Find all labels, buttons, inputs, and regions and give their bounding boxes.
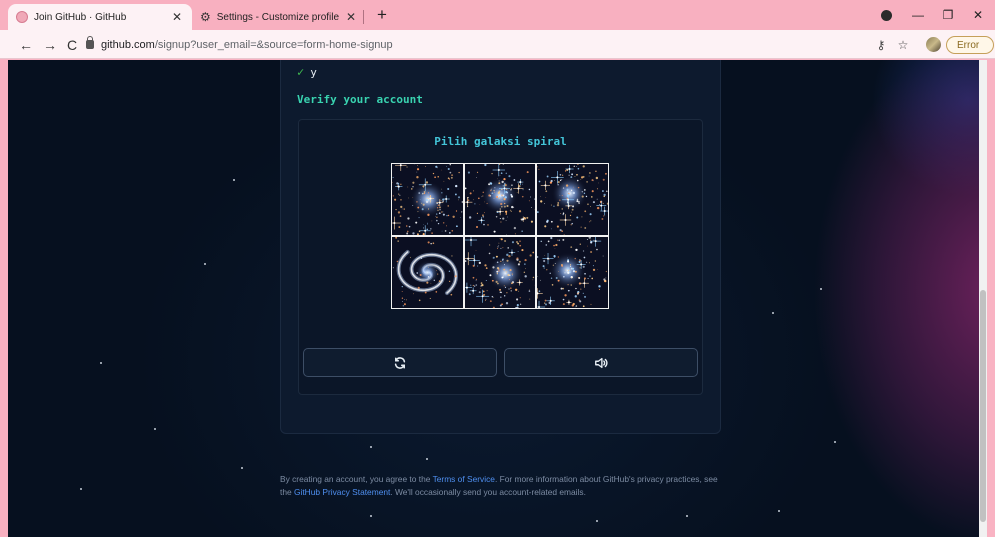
star-cluster-image — [537, 164, 608, 235]
background-star — [100, 362, 102, 364]
scrollbar-thumb[interactable] — [980, 290, 986, 522]
restore-icon: ❐ — [942, 8, 954, 22]
background-star — [820, 288, 822, 290]
background-star — [80, 488, 82, 490]
password-key-icon[interactable]: ⚷ — [872, 35, 890, 55]
captcha-tile-6[interactable] — [537, 237, 608, 308]
star-cluster-image — [464, 237, 536, 308]
gear-icon: ⚙ — [200, 10, 211, 24]
tab-join-github[interactable]: Join GitHub · GitHub ✕ — [8, 4, 192, 30]
reload-icon: C — [66, 37, 78, 53]
captcha-prompt: Pilih galaksi spiral — [434, 135, 567, 148]
minimize-button[interactable]: — — [904, 4, 932, 26]
tab-title: Settings - Customize profile — [216, 11, 340, 23]
background-star — [426, 458, 428, 460]
profile-menu-button[interactable] — [872, 4, 900, 26]
bookmark-star-icon[interactable]: ☆ — [894, 35, 912, 55]
background-star — [370, 515, 372, 517]
spiral-galaxy-image — [392, 237, 463, 308]
profile-icon — [880, 9, 892, 21]
close-window-button[interactable]: ✕ — [964, 4, 992, 26]
captcha-tile-3[interactable] — [537, 164, 608, 235]
close-icon[interactable]: ✕ — [170, 10, 184, 24]
back-button[interactable]: ← — [16, 35, 36, 55]
background-star — [204, 263, 206, 265]
background-star — [778, 510, 780, 512]
captcha-tile-2[interactable] — [464, 164, 536, 235]
url-path: /signup?user_email=&source=form-home-sig… — [154, 38, 393, 51]
url-host: github.com — [101, 38, 155, 51]
terms-of-service-link[interactable]: Terms of Service — [433, 474, 495, 484]
address-bar[interactable]: github.com /signup?user_email=&source=fo… — [86, 34, 906, 55]
close-window-icon: ✕ — [972, 8, 984, 22]
captcha-image-grid — [391, 163, 609, 309]
captcha-tile-1[interactable] — [392, 164, 463, 235]
browser-toolbar: ← → C github.com /signup?user_email=&sou… — [0, 30, 995, 59]
captcha-panel: Pilih galaksi spiral — [298, 119, 703, 395]
minimize-icon: — — [912, 8, 924, 22]
captcha-tile-5[interactable] — [464, 237, 536, 308]
captcha-tile-4[interactable] — [392, 237, 463, 308]
refresh-icon — [394, 356, 406, 369]
new-tab-button[interactable]: + — [372, 5, 392, 25]
forward-arrow-icon: → — [43, 37, 57, 53]
background-star — [154, 428, 156, 430]
audio-captcha-button[interactable] — [504, 348, 698, 377]
forward-button[interactable]: → — [40, 35, 60, 55]
terms-footer: By creating an account, you agree to the… — [280, 473, 730, 499]
refresh-captcha-button[interactable] — [303, 348, 497, 377]
privacy-statement-link[interactable]: GitHub Privacy Statement — [294, 487, 390, 497]
previous-answer: y — [310, 65, 317, 79]
background-star — [370, 446, 372, 448]
lock-icon — [86, 36, 94, 49]
background-star — [233, 179, 235, 181]
tab-separator — [363, 10, 364, 24]
github-favicon-icon — [16, 11, 28, 23]
tab-title: Join GitHub · GitHub — [34, 11, 127, 23]
background-star — [686, 515, 688, 517]
signup-page: ✓ y Verify your account Pilih galaksi sp… — [8, 60, 987, 537]
background-star — [241, 467, 243, 469]
star-cluster-image — [537, 237, 608, 308]
footer-text: . We'll occasionally send you account-re… — [390, 487, 586, 497]
checkmark-icon: ✓ — [297, 65, 305, 79]
star-cluster-image — [464, 164, 536, 235]
error-button[interactable]: Error — [946, 36, 994, 54]
signup-card: ✓ y Verify your account Pilih galaksi sp… — [280, 60, 721, 434]
speaker-icon — [595, 357, 608, 368]
star-cluster-image — [392, 164, 463, 235]
background-star — [596, 520, 598, 522]
back-arrow-icon: ← — [19, 37, 33, 53]
previous-answer-row: ✓ y — [297, 65, 317, 79]
verify-account-title: Verify your account — [297, 93, 423, 106]
restore-button[interactable]: ❐ — [934, 4, 962, 26]
background-star — [834, 441, 836, 443]
background-star — [772, 312, 774, 314]
left-edge — [0, 60, 8, 537]
footer-text: By creating an account, you agree to the — [280, 474, 433, 484]
close-icon[interactable]: ✕ — [344, 10, 358, 24]
reload-button[interactable]: C — [62, 35, 82, 55]
tab-settings[interactable]: ⚙ Settings - Customize profile ✕ — [194, 4, 364, 30]
avatar[interactable] — [926, 37, 941, 52]
tab-bar: Join GitHub · GitHub ✕ ⚙ Settings - Cust… — [0, 0, 995, 30]
